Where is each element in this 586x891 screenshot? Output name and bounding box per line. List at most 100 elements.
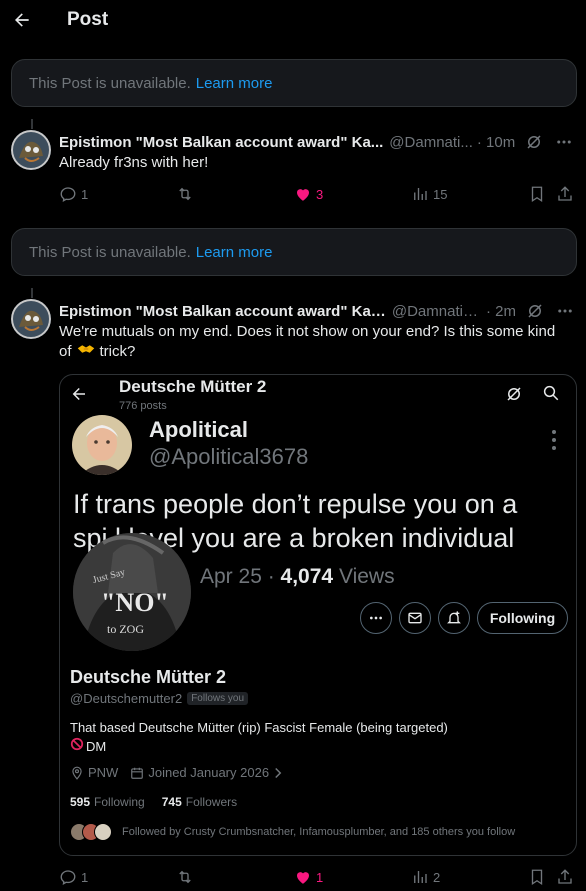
post-text-word: of (59, 343, 72, 360)
quoted-author-name: Apolitical (149, 417, 249, 442)
back-arrow-icon[interactable] (10, 8, 34, 32)
views-count: 2 (433, 869, 441, 885)
profile-joined: Joined January 2026 (130, 765, 283, 780)
bookmark-icon (531, 186, 543, 203)
followed-by-text: Followed by Crusty Crumbsnatcher, Infamo… (122, 826, 516, 838)
profile-name: Deutsche Mütter 2 (70, 667, 227, 687)
unavailable-text: This Post is unavailable. (29, 74, 191, 92)
calendar-icon (131, 767, 144, 779)
more-options-icon[interactable] (555, 133, 573, 151)
unavailable-post-notice: This Post is unavailable. Learn more (11, 59, 577, 107)
avatar[interactable] (11, 299, 51, 339)
author-handle[interactable]: @Damnati... (389, 134, 473, 151)
learn-more-link[interactable]: Learn more (196, 75, 273, 92)
repost-button[interactable] (176, 185, 194, 203)
thread-connector (31, 288, 33, 298)
unavailable-text: This Post is unavailable. (29, 243, 191, 261)
post-text-line: We're mutuals on my end. Does it not sho… (59, 323, 556, 340)
post-header: Epistimon "Most Balkan account award" Ka… (59, 132, 574, 152)
followers-count: 745 (161, 795, 182, 809)
profile-handle: @Deutschemutter2 (70, 691, 183, 706)
bio-line: DM (70, 737, 448, 756)
location-text: PNW (88, 765, 119, 780)
grok-icon[interactable] (526, 302, 544, 320)
heart-icon (297, 189, 309, 201)
post-count: 776 posts (119, 400, 167, 412)
quoted-text-line: If trans people don’t repulse you on a (73, 489, 518, 519)
quoted-views-label: Views (338, 565, 395, 588)
notifications-button (438, 602, 470, 634)
reply-button[interactable]: 1 (59, 185, 88, 203)
grok-icon[interactable] (525, 133, 543, 151)
profile-bio: That based Deutsche Mütter (rip) Fascist… (70, 719, 448, 756)
bookmark-button[interactable] (528, 868, 546, 886)
joined-text: Joined January 2026 (148, 765, 270, 780)
post-time[interactable]: · 2m (486, 303, 516, 320)
bell-plus-icon (447, 611, 461, 624)
views-button[interactable]: 15 (411, 185, 447, 203)
like-count: 3 (316, 186, 324, 202)
grok-icon (505, 385, 523, 408)
unavailable-post-notice: This Post is unavailable. Learn more (11, 228, 577, 276)
top-bar: Post (0, 0, 586, 44)
bookmark-icon (531, 869, 543, 886)
more-options-icon (548, 429, 560, 456)
follows-you-badge: Follows you (187, 692, 249, 705)
overlay-text-bottom: to ZOG (107, 622, 144, 636)
profile-location: PNW (70, 765, 118, 780)
post-text-word: trick? (99, 343, 136, 360)
post-text-line: of trick? (59, 342, 574, 362)
overlay-text-no: "NO" (101, 588, 169, 617)
reply-icon (60, 870, 76, 886)
avatar[interactable] (11, 130, 51, 170)
post-text: Already fr3ns with her! (59, 154, 209, 171)
share-button[interactable] (556, 868, 574, 886)
share-icon (558, 186, 572, 201)
followers-label: Followers (185, 795, 238, 809)
quoted-author-handle: @Apolitical3678 (149, 444, 309, 469)
mail-icon (408, 612, 422, 624)
more-options-icon[interactable] (556, 302, 574, 320)
views-button[interactable]: 2 (411, 868, 440, 886)
mutual-avatar (94, 823, 112, 841)
more-options-button (360, 602, 392, 634)
message-button (399, 602, 431, 634)
quoted-views-count: 4,074 (280, 565, 334, 588)
handshake-emoji-icon (77, 342, 95, 362)
post-text: We're mutuals on my end. Does it not sho… (59, 322, 574, 362)
reply-count: 1 (81, 869, 89, 885)
following-button: Following (477, 602, 568, 634)
author-handle[interactable]: @Damnatio... (392, 303, 482, 320)
post-actions: 1 3 15 (59, 185, 579, 207)
quoted-avatar (72, 415, 132, 475)
reply-icon (60, 187, 76, 203)
location-icon (72, 766, 82, 780)
bio-line: That based Deutsche Mütter (rip) Fascist… (70, 720, 448, 735)
like-button[interactable]: 1 (294, 868, 323, 886)
profile-avatar: Just Say "NO" to ZOG (73, 533, 191, 651)
bookmark-button[interactable] (528, 185, 546, 203)
thread-connector (31, 119, 33, 129)
post-time[interactable]: · 10m (477, 134, 515, 151)
reply-button[interactable]: 1 (59, 868, 88, 886)
share-button[interactable] (556, 185, 574, 203)
heart-icon (297, 872, 309, 884)
repost-button[interactable] (176, 868, 194, 886)
following-stat: 595 Following (70, 795, 145, 809)
attached-screenshot[interactable]: Deutsche Mütter 2 776 posts Apolitical @… (59, 374, 577, 856)
author-name[interactable]: Epistimon "Most Balkan account award" Ka… (59, 303, 386, 320)
followed-by: Followed by Crusty Crumbsnatcher, Infamo… (70, 823, 515, 841)
post-actions: 1 1 2 (59, 868, 579, 890)
learn-more-link[interactable]: Learn more (196, 244, 273, 261)
back-arrow-icon (70, 385, 88, 408)
repost-icon (179, 187, 191, 201)
profile-handle-row: @Deutschemutter2 Follows you (70, 691, 249, 706)
profile-title: Deutsche Mütter 2 (119, 377, 267, 396)
quoted-date: Apr 25 · (200, 565, 275, 588)
author-name[interactable]: Epistimon "Most Balkan account award" Ka… (59, 134, 383, 151)
post-header: Epistimon "Most Balkan account award" Ka… (59, 301, 574, 321)
followers-stat: 745 Followers (162, 795, 237, 809)
like-button[interactable]: 3 (294, 185, 323, 203)
reply-count: 1 (81, 186, 89, 202)
profile-counts: 595 Following 745 Followers (70, 795, 237, 809)
